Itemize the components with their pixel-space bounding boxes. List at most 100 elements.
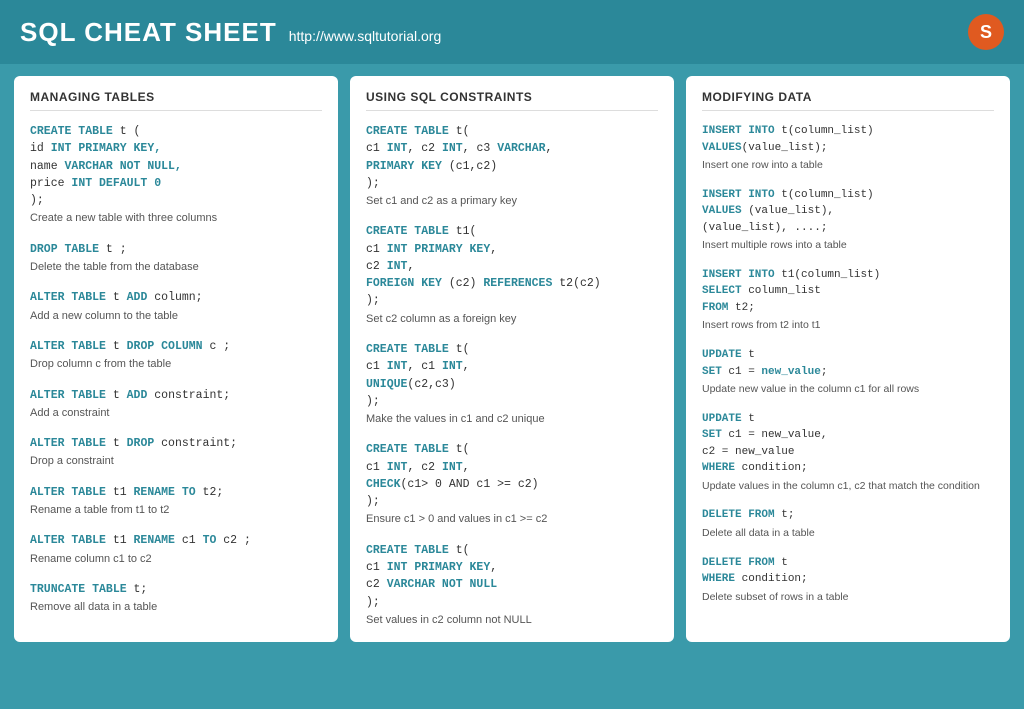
code-part: ); (366, 495, 380, 508)
code-part: ; (821, 366, 828, 378)
code-part: REFERENCES (483, 277, 552, 290)
code-part: DELETE FROM (702, 557, 775, 569)
code-part: INSERT INTO (702, 269, 775, 281)
section-desc: Set values in c2 column not NULL (366, 613, 658, 628)
code-part: column; (147, 291, 202, 304)
header: SQL CHEAT SHEET http://www.sqltutorial.o… (0, 0, 1024, 64)
code-part: ADD (127, 291, 148, 304)
code-line: ALTER TABLE t1 RENAME c1 TO c2 ; (30, 532, 322, 549)
code-part: FOREIGN KEY (366, 277, 442, 290)
code-part: INT (442, 461, 463, 474)
code-part: (value_list), ....; (702, 222, 827, 234)
code-part: constraint; (154, 437, 237, 450)
code-line: ); (30, 192, 322, 209)
code-part: , (546, 142, 553, 155)
code-line: ALTER TABLE t DROP COLUMN c ; (30, 338, 322, 355)
code-part: VALUES (702, 205, 742, 217)
code-line: INSERT INTO t1(column_list) (702, 267, 994, 284)
code-line: CREATE TABLE t( (366, 123, 658, 140)
code-part: ); (30, 194, 44, 207)
code-part: t; (775, 509, 795, 521)
section-create-not-null: CREATE TABLE t( c1 INT PRIMARY KEY, c2 V… (366, 542, 658, 628)
code-line: c2 VARCHAR NOT NULL (366, 576, 658, 593)
section-insert-multiple: INSERT INTO t(column_list)VALUES (value_… (702, 187, 994, 253)
code-line: ); (366, 175, 658, 192)
section-create-table: CREATE TABLE t ( id INT PRIMARY KEY, nam… (30, 123, 322, 227)
section-alter-add-constraint: ALTER TABLE t ADD constraint; Add a const… (30, 387, 322, 422)
modifying-data-title: MODIFYING DATA (702, 90, 994, 111)
code-part: RENAME (134, 534, 175, 547)
code-part: ALTER TABLE (30, 389, 106, 402)
section-alter-drop-column: ALTER TABLE t DROP COLUMN c ;Drop column… (30, 338, 322, 373)
code-part: ); (366, 177, 380, 190)
section-desc: Drop a constraint (30, 454, 322, 469)
code-part: WHERE (702, 462, 735, 474)
code-part: , (407, 260, 414, 273)
code-part: INT (442, 360, 463, 373)
code-part: DELETE FROM (702, 509, 775, 521)
section-create-foreign-key: CREATE TABLE t1( c1 INT PRIMARY KEY, c2 … (366, 223, 658, 327)
code-part: FROM (702, 302, 728, 314)
code-part: (value_list); (742, 142, 828, 154)
code-line: FROM t2; (702, 300, 994, 317)
header-title: SQL CHEAT SHEET (20, 17, 277, 48)
code-part: t (106, 291, 127, 304)
code-line: c1 INT, c1 INT, (366, 358, 658, 375)
code-line: CREATE TABLE t( (366, 341, 658, 358)
section-desc: Add a new column to the table (30, 309, 322, 324)
code-line: ALTER TABLE t ADD constraint; (30, 387, 322, 404)
code-part: INT (387, 142, 408, 155)
code-part: INT PRIMARY KEY (387, 561, 491, 574)
section-desc: Insert rows from t2 into t1 (702, 318, 994, 333)
code-part: UPDATE (702, 349, 742, 361)
section-desc: Set c1 and c2 as a primary key (366, 194, 658, 209)
code-part: ); (366, 596, 380, 609)
code-part: t ( (113, 125, 141, 138)
code-part: SELECT (702, 285, 742, 297)
code-part: DROP (127, 437, 155, 450)
code-part: c2 (366, 260, 387, 273)
code-line: FOREIGN KEY (c2) REFERENCES t2(c2) (366, 275, 658, 292)
code-part: CREATE TABLE (366, 544, 449, 557)
code-line: TRUNCATE TABLE t; (30, 581, 322, 598)
code-part: ALTER TABLE (30, 340, 106, 353)
code-part: t1( (449, 225, 477, 238)
section-create-check: CREATE TABLE t( c1 INT, c2 INT, CHECK(c1… (366, 441, 658, 527)
code-line: SET c1 = new_value; (702, 364, 994, 381)
sql-constraints-sections: CREATE TABLE t( c1 INT, c2 INT, c3 VARCH… (366, 123, 658, 628)
section-desc: Remove all data in a table (30, 600, 322, 615)
code-part: price (30, 177, 71, 190)
code-part: c2 (366, 578, 387, 591)
code-part: , (463, 360, 470, 373)
section-delete-all: DELETE FROM t;Delete all data in a table (702, 507, 994, 540)
code-part: CREATE TABLE (366, 443, 449, 456)
code-part: c1 (175, 534, 203, 547)
code-line: DELETE FROM t; (702, 507, 994, 524)
header-left: SQL CHEAT SHEET http://www.sqltutorial.o… (20, 17, 441, 48)
code-part: ALTER TABLE (30, 534, 106, 547)
code-part: c2 = new_value (702, 446, 794, 458)
code-line: price INT DEFAULT 0 (30, 175, 322, 192)
code-line: INSERT INTO t(column_list) (702, 123, 994, 140)
code-part: t1(column_list) (775, 269, 881, 281)
code-part: t( (449, 343, 470, 356)
code-line: name VARCHAR NOT NULL, (30, 158, 322, 175)
code-part: CREATE TABLE (30, 125, 113, 138)
code-part: SET (702, 429, 722, 441)
section-desc: Insert multiple rows into a table (702, 238, 994, 253)
header-url: http://www.sqltutorial.org (289, 28, 442, 44)
code-part: t (742, 413, 755, 425)
section-desc: Add a constraint (30, 406, 322, 421)
section-desc: Rename column c1 to c2 (30, 552, 322, 567)
code-line: VALUES (value_list), (702, 203, 994, 220)
code-line: ); (366, 594, 658, 611)
code-part: , (490, 561, 497, 574)
code-part: c1 (366, 461, 387, 474)
code-part: VARCHAR NOT NULL (387, 578, 497, 591)
code-part: UPDATE (702, 413, 742, 425)
section-desc: Rename a table from t1 to t2 (30, 503, 322, 518)
section-create-unique: CREATE TABLE t( c1 INT, c1 INT, UNIQUE(c… (366, 341, 658, 427)
code-part: , c2 (407, 461, 442, 474)
code-part: (c1,c2) (442, 160, 497, 173)
code-part: , (490, 243, 497, 256)
